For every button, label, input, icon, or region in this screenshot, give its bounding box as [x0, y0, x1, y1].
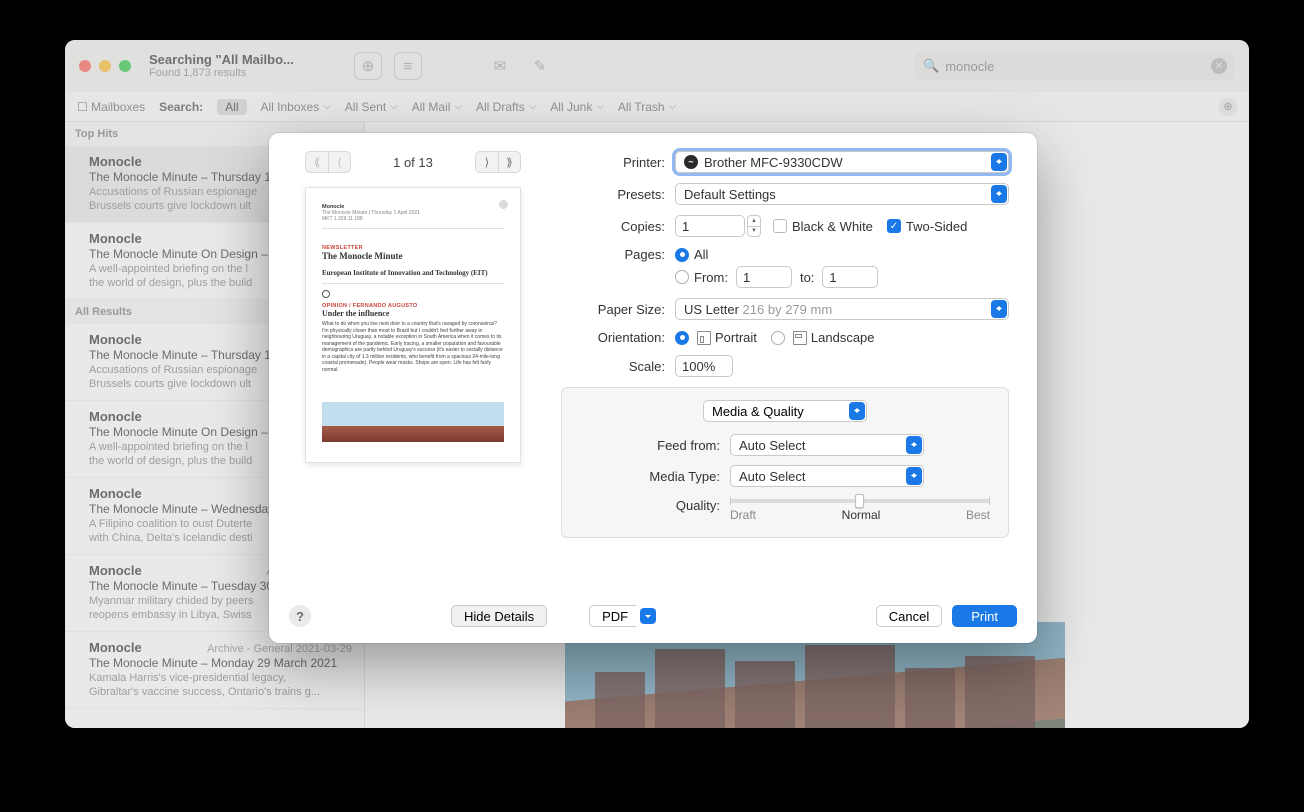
pages-from-input[interactable]: 1 — [736, 266, 792, 288]
filter-mail[interactable]: All Mail — [412, 100, 462, 114]
papersize-label: Paper Size: — [561, 302, 665, 317]
cancel-button[interactable]: Cancel — [876, 605, 942, 627]
filter-junk[interactable]: All Junk — [550, 100, 604, 114]
scale-label: Scale: — [561, 359, 665, 374]
print-button[interactable]: Print — [952, 605, 1017, 627]
preview-next-group[interactable]: ⟩⟫ — [475, 151, 521, 173]
quality-slider[interactable]: Draft Normal Best — [730, 496, 990, 522]
media-select[interactable]: Auto Select — [730, 465, 924, 487]
filter-inboxes[interactable]: All Inboxes — [261, 100, 331, 114]
message-item[interactable]: MonocleArchive - General 2021-03-29The M… — [65, 632, 364, 709]
first-page-icon[interactable]: ⟪ — [306, 152, 328, 172]
media-label: Media Type: — [580, 469, 720, 484]
last-page-icon[interactable]: ⟫ — [498, 152, 520, 172]
quality-label: Quality: — [580, 496, 720, 513]
slider-normal-label: Normal — [842, 508, 881, 522]
pages-all-radio[interactable] — [675, 248, 689, 262]
filter-drafts[interactable]: All Drafts — [476, 100, 536, 114]
prev-page-icon[interactable]: ⟨ — [328, 152, 350, 172]
pages-from-label: From: — [694, 270, 728, 285]
archive-icon[interactable]: ≡ — [394, 52, 422, 80]
print-dialog: ⟪⟨ 1 of 13 ⟩⟫ Monocle The Monocle Minute… — [269, 133, 1037, 643]
close-window-button[interactable] — [79, 60, 91, 72]
presets-label: Presets: — [561, 187, 665, 202]
minimize-window-button[interactable] — [99, 60, 111, 72]
papersize-select[interactable]: US Letter 216 by 279 mm — [675, 298, 1009, 320]
twosided-label: Two-Sided — [906, 219, 967, 234]
print-preview-pane: ⟪⟨ 1 of 13 ⟩⟫ Monocle The Monocle Minute… — [269, 133, 557, 595]
feed-label: Feed from: — [580, 438, 720, 453]
landscape-radio[interactable] — [771, 331, 785, 345]
filter-trash[interactable]: All Trash — [618, 100, 676, 114]
edit-icon[interactable]: ✎ — [526, 52, 554, 80]
landscape-icon — [793, 331, 807, 345]
window-title: Searching "All Mailbo... Found 1,873 res… — [149, 52, 294, 81]
slider-best-label: Best — [966, 508, 990, 522]
print-form: Printer: Brother MFC-9330CDW Presets: De… — [557, 133, 1037, 595]
search-input[interactable]: 🔍 monocle ✕ — [915, 52, 1235, 80]
bw-checkbox[interactable] — [773, 219, 787, 233]
add-filter-icon[interactable]: ⊕ — [1219, 98, 1237, 116]
portrait-label: Portrait — [715, 330, 757, 345]
dialog-footer: ? Hide Details PDF Cancel Print — [269, 595, 1037, 643]
page-counter: 1 of 13 — [393, 155, 433, 170]
preview-prev-group[interactable]: ⟪⟨ — [305, 151, 351, 173]
pages-label: Pages: — [561, 247, 665, 262]
copies-input[interactable]: 1 — [675, 215, 745, 237]
envelope-icon[interactable]: ✉ — [486, 52, 514, 80]
window-controls — [79, 60, 131, 72]
filter-bar: ☐ Mailboxes Search: All All Inboxes All … — [65, 92, 1249, 122]
section-select[interactable]: Media & Quality — [703, 400, 867, 422]
portrait-radio[interactable] — [675, 331, 689, 345]
help-button[interactable]: ? — [289, 605, 311, 627]
preview-page: Monocle The Monocle Minute | Thursday 1 … — [305, 187, 521, 463]
filter-all[interactable]: All — [217, 99, 246, 115]
media-quality-panel: Media & Quality Feed from: Auto Select M… — [561, 387, 1009, 538]
slider-draft-label: Draft — [730, 508, 756, 522]
orientation-label: Orientation: — [561, 330, 665, 345]
mailboxes-button[interactable]: ☐ Mailboxes — [77, 100, 145, 114]
printer-label: Printer: — [561, 155, 665, 170]
maximize-window-button[interactable] — [119, 60, 131, 72]
feed-select[interactable]: Auto Select — [730, 434, 924, 456]
scale-input[interactable]: 100% — [675, 355, 733, 377]
twosided-checkbox[interactable]: ✓ — [887, 219, 901, 233]
pages-to-label: to: — [800, 270, 814, 285]
clear-search-icon[interactable]: ✕ — [1211, 58, 1227, 74]
copies-label: Copies: — [561, 219, 665, 234]
pages-to-input[interactable]: 1 — [822, 266, 878, 288]
hide-details-button[interactable]: Hide Details — [451, 605, 547, 627]
preview-close-icon — [499, 200, 508, 209]
pdf-menu-button[interactable]: PDF — [589, 605, 656, 627]
compose-icon[interactable]: ⊕ — [354, 52, 382, 80]
bw-label: Black & White — [792, 219, 873, 234]
pages-all-label: All — [694, 247, 708, 262]
pages-range-radio[interactable] — [675, 270, 689, 284]
presets-select[interactable]: Default Settings — [675, 183, 1009, 205]
copies-stepper[interactable]: ▲▼ — [747, 215, 761, 237]
filter-sent[interactable]: All Sent — [345, 100, 398, 114]
titlebar: Searching "All Mailbo... Found 1,873 res… — [65, 40, 1249, 92]
printer-status-icon — [684, 155, 698, 169]
next-page-icon[interactable]: ⟩ — [476, 152, 498, 172]
portrait-icon — [697, 331, 711, 345]
pdf-caret-icon[interactable] — [640, 608, 656, 624]
search-icon: 🔍 — [923, 58, 939, 74]
landscape-label: Landscape — [811, 330, 875, 345]
search-label: Search: — [159, 100, 203, 114]
printer-select[interactable]: Brother MFC-9330CDW — [675, 151, 1009, 173]
